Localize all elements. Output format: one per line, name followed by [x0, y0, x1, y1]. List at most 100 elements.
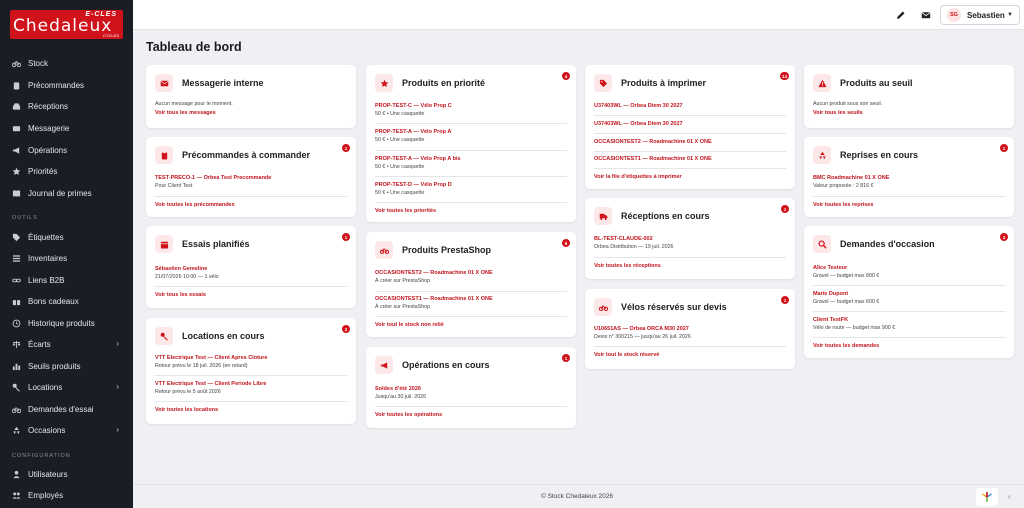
sidebar-item-receptions[interactable]: Réceptions: [0, 96, 133, 116]
item-label[interactable]: Sébastien Gemeline: [155, 266, 347, 272]
item-label[interactable]: U10651AS — Orbea ORCA M30 2027: [594, 326, 786, 332]
sidebar-item-journal-primes[interactable]: Journal de primes: [0, 183, 133, 203]
sidebar-item-historique-produits[interactable]: Historique produits: [0, 313, 133, 333]
sidebar-item-operations[interactable]: Opérations: [0, 140, 133, 160]
item-label[interactable]: PROP-TEST-A — Vélo Prop A: [375, 129, 567, 135]
item-label[interactable]: PROP-TEST-A — Vélo Prop A bis: [375, 156, 567, 162]
list-item[interactable]: TEST-PRECO-1 — Orbea Test Precommande Pou…: [155, 175, 347, 189]
list-item[interactable]: VTT Electrique Test — Client Apres Clotu…: [155, 355, 347, 369]
item-sub: À créer sur PrestaShop: [375, 278, 431, 284]
sidebar-item-utilisateurs[interactable]: Utilisateurs: [0, 464, 133, 484]
chevron-right-icon: ›: [116, 425, 119, 434]
sidebar-item-demandes-essai[interactable]: Demandes d'essai: [0, 399, 133, 419]
bicycle-icon: [375, 241, 393, 259]
list-item[interactable]: Client TestFK Vélo de route — budget max …: [813, 317, 1005, 331]
list-item[interactable]: BL-TEST-CLAUDE-002 Orbea Distribution — 1…: [594, 236, 786, 250]
list-item[interactable]: VTT Electrique Test — Client Periode Lib…: [155, 381, 347, 395]
item-label[interactable]: U37403WL — Orbea Diem 30 2027: [594, 103, 786, 109]
list-item[interactable]: U37403WL — Orbea Diem 30 2027: [594, 121, 786, 127]
item-label[interactable]: VTT Electrique Test — Client Apres Clotu…: [155, 355, 347, 361]
item-label[interactable]: Alice Testeur: [813, 265, 1005, 271]
divider: [594, 346, 786, 347]
item-label[interactable]: OCCASIONTEST2 — Roadmachine 01 X ONE: [375, 270, 567, 276]
item-label[interactable]: VTT Electrique Test — Client Periode Lib…: [155, 381, 347, 387]
star-icon: [375, 74, 393, 92]
debug-toolbar-toggle[interactable]: [976, 488, 998, 506]
item-label[interactable]: BL-TEST-CLAUDE-002: [594, 236, 786, 242]
bicycle-icon: [594, 298, 612, 316]
sidebar-item-stock[interactable]: Stock: [0, 53, 133, 73]
count-badge: 1: [562, 354, 570, 362]
divider: [594, 257, 786, 258]
card-demandes-occasion: Demandes d'occasion 3 Alice Testeur Grave…: [804, 226, 1014, 358]
list-item[interactable]: Alice Testeur Gravel — budget max 800 €: [813, 265, 1005, 279]
sidebar-item-messagerie[interactable]: Messagerie: [0, 118, 133, 138]
brand-logo[interactable]: E-CLES Chedaleux CYCLES: [10, 10, 123, 39]
item-label[interactable]: U37403WL — Orbea Diem 30 2027: [594, 121, 786, 127]
sidebar-item-employes[interactable]: Employés: [0, 485, 133, 505]
pencil-icon[interactable]: [895, 9, 907, 21]
sidebar-item-locations[interactable]: Locations ›: [0, 377, 133, 397]
chevron-left-icon[interactable]: ‹: [1008, 492, 1011, 501]
see-all-unlinked-stock-link[interactable]: Voir tout le stock non relié: [375, 322, 444, 328]
star-icon: [12, 167, 21, 176]
item-label[interactable]: OCCASIONTEST2 — Roadmachine 01 X ONE: [594, 139, 786, 145]
item-label[interactable]: OCCASIONTEST1 — Roadmachine 01 X ONE: [594, 156, 786, 162]
gift-icon: [12, 297, 21, 306]
see-all-priorites-link[interactable]: Voir toutes les priorités: [375, 208, 436, 214]
sidebar-item-etiquettes[interactable]: Étiquettes: [0, 227, 133, 247]
sidebar-item-seuils-produits[interactable]: Seuils produits: [0, 356, 133, 376]
item-sub: 50 € • Une casquette: [375, 111, 425, 117]
sidebar-item-liens-b2b[interactable]: Liens B2B: [0, 270, 133, 290]
envelope-icon[interactable]: [920, 9, 932, 21]
list-item[interactable]: Sébastien Gemeline 21/07/2026 10:00 — 1 v…: [155, 266, 347, 280]
sidebar-item-priorites[interactable]: Priorités: [0, 161, 133, 181]
see-all-essais-link[interactable]: Voir tous les essais: [155, 292, 206, 298]
item-label[interactable]: Soldes d'été 2026: [375, 386, 567, 392]
see-all-receptions-link[interactable]: Voir toutes les réceptions: [594, 263, 661, 269]
divider: [375, 406, 567, 407]
see-all-locations-link[interactable]: Voir toutes les locations: [155, 407, 218, 413]
list-item[interactable]: BMC Roadmachine 01 X ONE Valeur proposée …: [813, 175, 1005, 189]
print-queue-link[interactable]: Voir la file d'étiquettes à imprimer: [594, 174, 682, 180]
card-title: Produits PrestaShop: [402, 245, 492, 255]
list-item[interactable]: U37403WL — Orbea Diem 30 2027: [594, 103, 786, 109]
list-item[interactable]: OCCASIONTEST1 — Roadmachine 01 X ONE: [594, 156, 786, 162]
see-all-operations-link[interactable]: Voir toutes les opérations: [375, 412, 442, 418]
see-all-reprises-link[interactable]: Voir toutes les reprises: [813, 202, 873, 208]
item-label[interactable]: Client TestFK: [813, 317, 1005, 323]
list-item[interactable]: PROP-TEST-C — Vélo Prop C 50 € • Une casq…: [375, 103, 567, 117]
list-item[interactable]: OCCASIONTEST2 — Roadmachine 01 X ONE: [594, 139, 786, 145]
see-all-messages-link[interactable]: Voir tous les messages: [155, 110, 216, 116]
item-label[interactable]: BMC Roadmachine 01 X ONE: [813, 175, 1005, 181]
see-all-thresholds-link[interactable]: Voir tous les seuils: [813, 110, 863, 116]
item-label[interactable]: TEST-PRECO-1 — Orbea Test Precommande: [155, 175, 347, 181]
list-item[interactable]: Soldes d'été 2026 Jusqu'au 30 juil. 2026: [375, 386, 567, 400]
list-item[interactable]: OCCASIONTEST2 — Roadmachine 01 X ONE À cr…: [375, 270, 567, 284]
list-item[interactable]: PROP-TEST-D — Vélo Prop D 50 € • Une casq…: [375, 182, 567, 196]
warning-icon: [813, 74, 831, 92]
see-all-precommandes-link[interactable]: Voir toutes les précommandes: [155, 202, 235, 208]
item-label[interactable]: PROP-TEST-D — Vélo Prop D: [375, 182, 567, 188]
envelope-icon: [12, 124, 21, 133]
list-item[interactable]: U10651AS — Orbea ORCA M30 2027 Devis n° 3…: [594, 326, 786, 340]
count-badge: 4: [562, 72, 570, 80]
sidebar-item-ecarts[interactable]: Écarts ›: [0, 334, 133, 354]
list-item[interactable]: Marie Dupont Gravel — budget max 600 €: [813, 291, 1005, 305]
list-item[interactable]: PROP-TEST-A — Vélo Prop A 50 € • Une casq…: [375, 129, 567, 143]
list-item[interactable]: OCCASIONTEST1 — Roadmachine 01 X ONE À cr…: [375, 296, 567, 310]
see-all-reserved-stock-link[interactable]: Voir tout le stock réservé: [594, 352, 659, 358]
see-all-demandes-link[interactable]: Voir toutes les demandes: [813, 343, 879, 349]
card-title: Produits en priorité: [402, 78, 486, 88]
list-item[interactable]: PROP-TEST-A — Vélo Prop A bis 50 € • Une …: [375, 156, 567, 170]
item-label[interactable]: Marie Dupont: [813, 291, 1005, 297]
divider: [155, 196, 347, 197]
sidebar-item-precommandes[interactable]: Précommandes: [0, 75, 133, 95]
item-label[interactable]: OCCASIONTEST1 — Roadmachine 01 X ONE: [375, 296, 567, 302]
sidebar-item-occasions[interactable]: Occasions ›: [0, 420, 133, 440]
sidebar-item-bons-cadeaux[interactable]: Bons cadeaux: [0, 291, 133, 311]
user-menu-button[interactable]: SG Sebastien ▼: [940, 5, 1020, 25]
item-label[interactable]: PROP-TEST-C — Vélo Prop C: [375, 103, 567, 109]
sidebar-item-label: Messagerie: [28, 123, 70, 133]
sidebar-item-inventaires[interactable]: Inventaires: [0, 248, 133, 268]
